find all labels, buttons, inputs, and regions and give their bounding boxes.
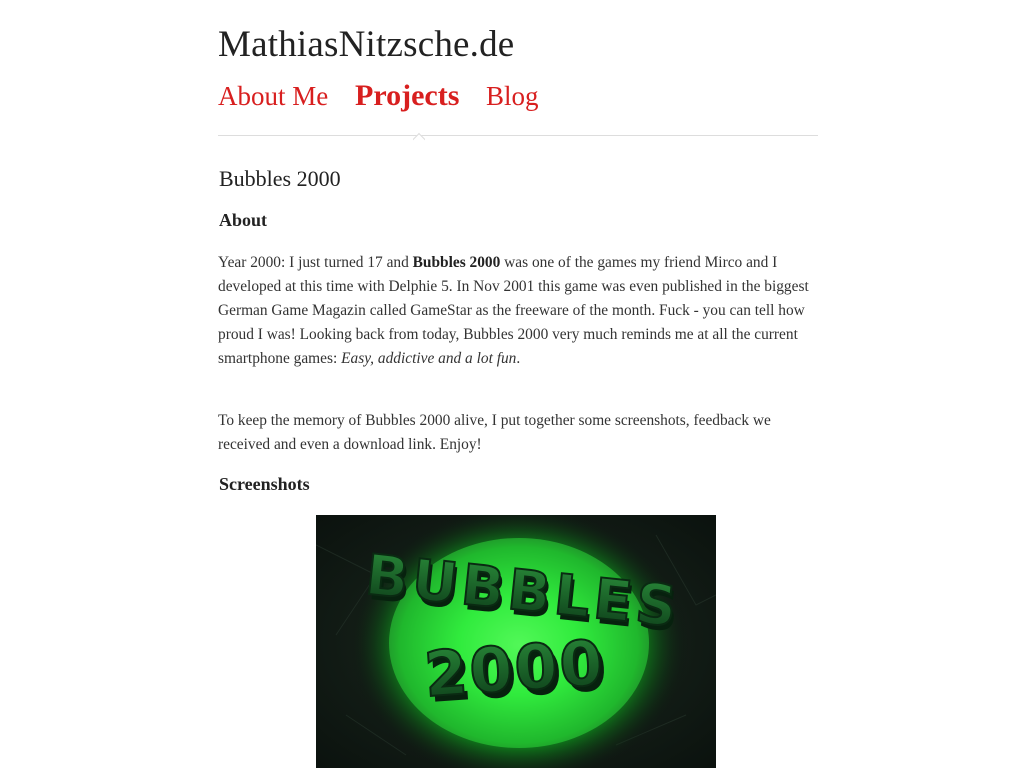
about-paragraph: Year 2000: I just turned 17 and Bubbles …	[218, 251, 818, 371]
about-text-end: .	[516, 350, 521, 367]
about-text-bold-title: Bubbles 2000	[412, 254, 501, 271]
page-title: Bubbles 2000	[219, 166, 341, 191]
site-title[interactable]: MathiasNitzsche.de	[218, 22, 514, 68]
nav-divider	[218, 135, 818, 136]
section-heading-about: About	[219, 210, 268, 230]
nav-item-about-me[interactable]: About Me	[218, 76, 328, 116]
section-heading-screenshots: Screenshots	[219, 474, 310, 494]
game-screenshot[interactable]: BUBBLES BUBBLES 2000 2000	[316, 515, 716, 768]
nav-item-projects[interactable]: Projects	[355, 76, 459, 116]
svg-text:2000: 2000	[422, 626, 607, 711]
nav-item-blog[interactable]: Blog	[486, 76, 539, 116]
game-logo-image: BUBBLES BUBBLES 2000 2000	[316, 515, 716, 768]
logo-text-2000: 2000 2000	[421, 625, 612, 717]
about-text-italic: Easy, addictive and a lot fun	[341, 350, 517, 367]
active-nav-indicator	[413, 129, 425, 141]
memory-paragraph: To keep the memory of Bubbles 2000 alive…	[218, 412, 771, 453]
about-text-start: Year 2000: I just turned 17 and	[218, 254, 413, 271]
